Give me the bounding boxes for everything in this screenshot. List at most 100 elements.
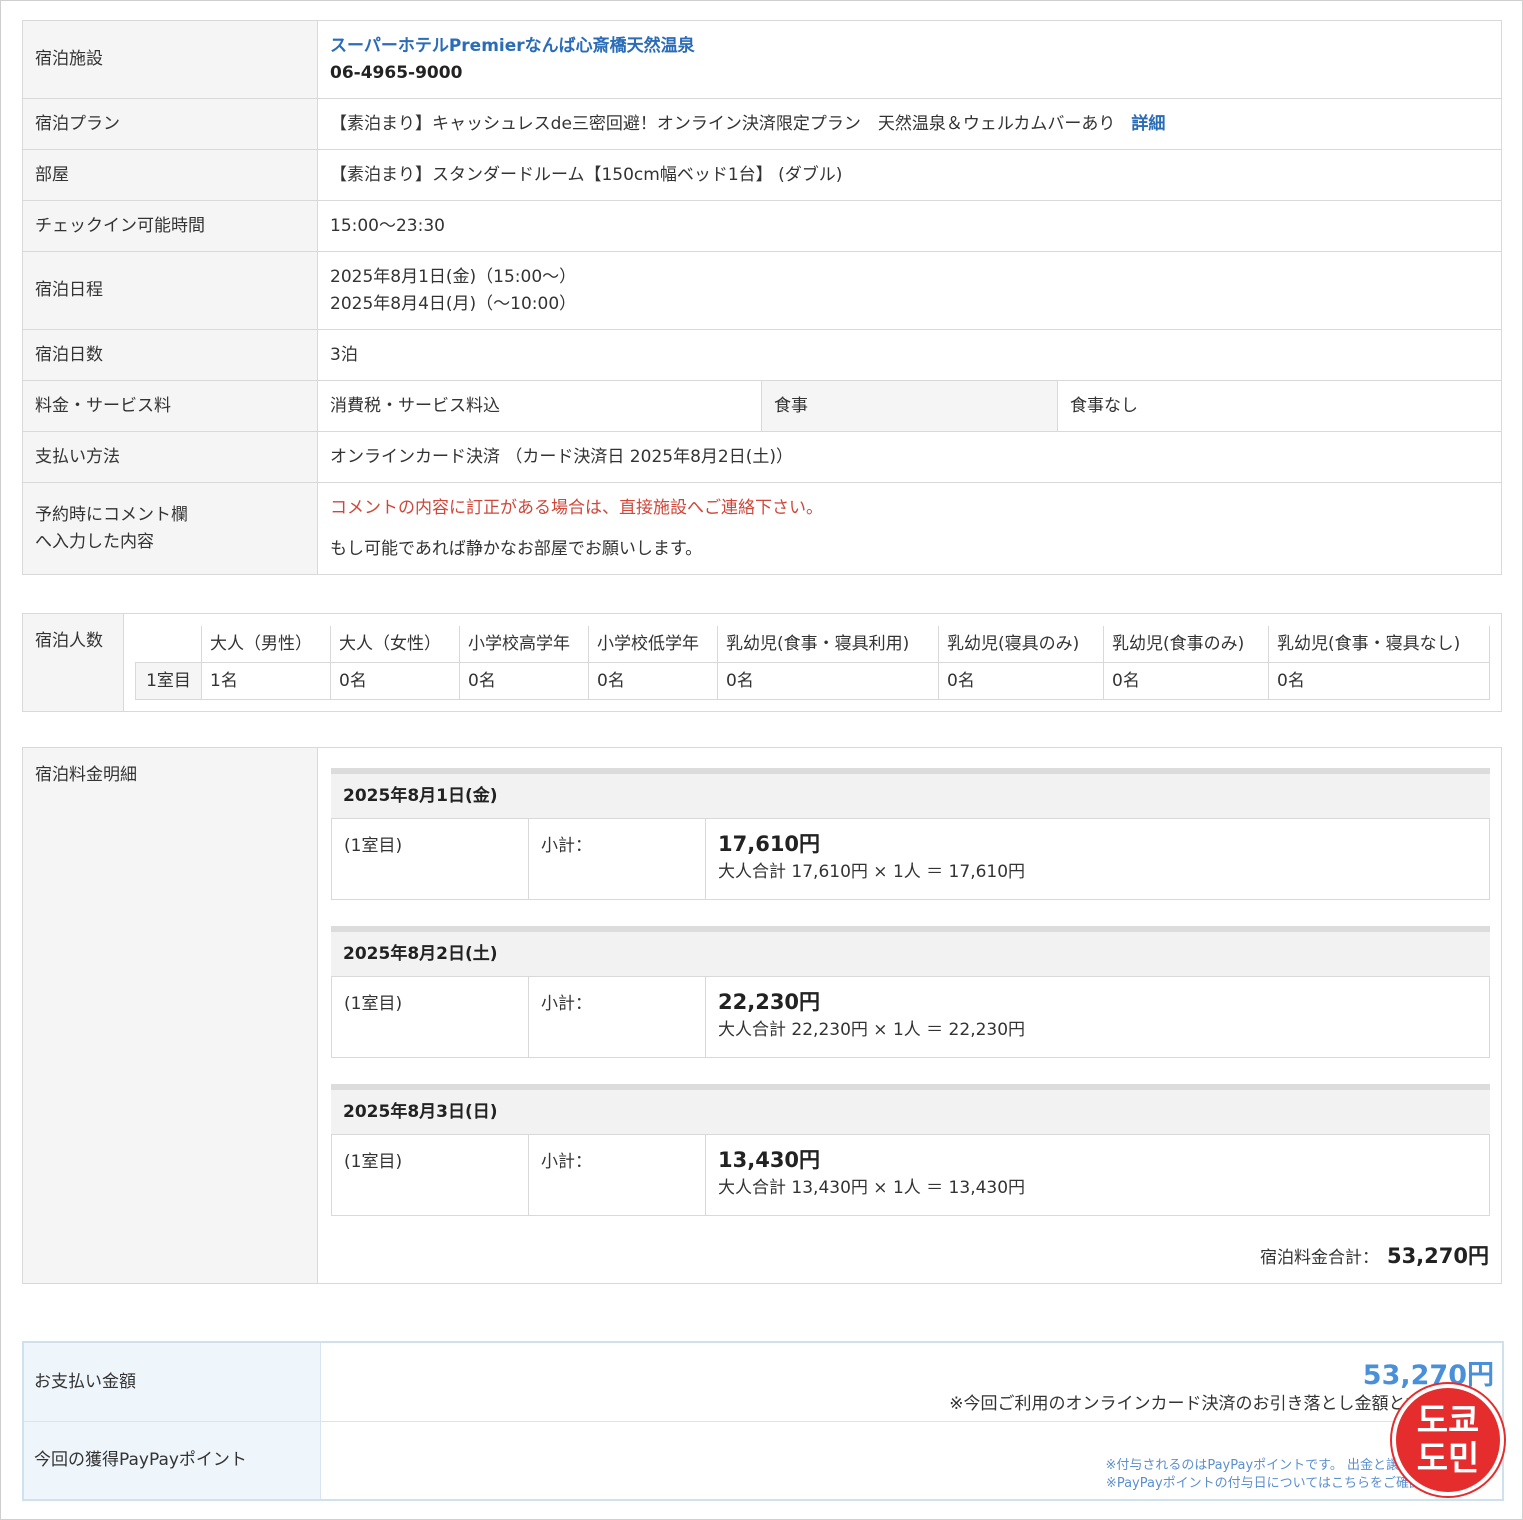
guest-header: 小学校低学年 — [588, 626, 718, 663]
guest-header: 大人（男性） — [201, 626, 331, 663]
plan-row: 宿泊プラン 【素泊まり】キャッシュレスde三密回避！オンライン決済限定プラン 天… — [22, 98, 1502, 150]
guest-count-label: 宿泊人数 — [23, 614, 124, 711]
fee-breakdown-section: 宿泊料金明細 2025年8月1日(金) (1室目) 小計： 17,610円 大人… — [22, 747, 1502, 1284]
reservation-info-table: 宿泊施設 スーパーホテルPremierなんば心斎橋天然温泉 06-4965-90… — [22, 20, 1502, 575]
guest-count-cell: 0名 — [1268, 662, 1490, 700]
payment-amount-row: お支払い金額 53,270円 ※今回ご利用のオンラインカード決済のお引き落とし金… — [24, 1343, 1502, 1422]
fee-day-block: 2025年8月3日(日) (1室目) 小計： 13,430円 大人合計 13,4… — [331, 1084, 1490, 1216]
guest-header: 小学校高学年 — [459, 626, 589, 663]
payment-amount-label: お支払い金額 — [24, 1343, 321, 1421]
payment-row: 支払い方法 オンラインカード決済 （カード決済日 2025年8月2日(土)） — [22, 431, 1502, 483]
fee-day-calc: 大人合計 13,430円 × 1人 ＝ 13,430円 — [718, 1178, 1026, 1198]
comment-row: 予約時にコメント欄 へ入力した内容 コメントの内容に訂正がある場合は、直接施設へ… — [22, 482, 1502, 575]
checkin-label: チェックイン可能時間 — [22, 200, 318, 252]
guest-count-cell: 0名 — [459, 662, 589, 700]
guest-count-cell: 0名 — [717, 662, 939, 700]
schedule-end: 2025年8月4日(月)（～10:00） — [330, 293, 577, 314]
points-label: 今回の獲得PayPayポイント — [24, 1422, 321, 1499]
facility-label: 宿泊施設 — [22, 20, 318, 99]
fee-day-subtotal-label: 小計： — [529, 1135, 706, 1215]
guest-header-blank — [136, 626, 202, 663]
fee-total: 宿泊料金合計： 53,270円 — [1260, 1240, 1489, 1270]
fee-row: 料金・サービス料 消費税・サービス料込 食事 食事なし — [22, 380, 1502, 432]
checkin-row: チェックイン可能時間 15:00～23:30 — [22, 200, 1502, 252]
fee-breakdown-label: 宿泊料金明細 — [23, 748, 318, 1283]
stamp-line1: 도쿄 — [1416, 1401, 1480, 1441]
schedule-start: 2025年8月1日(金)（15:00～） — [330, 266, 577, 287]
fee-day-amount-cell: 17,610円 大人合計 17,610円 × 1人 ＝ 17,610円 — [706, 819, 1489, 899]
fee-day-body: (1室目) 小計： 22,230円 大人合計 22,230円 × 1人 ＝ 22… — [331, 976, 1490, 1058]
guest-header: 大人（女性） — [330, 626, 460, 663]
nights-row: 宿泊日数 3泊 — [22, 329, 1502, 381]
plan-label: 宿泊プラン — [22, 98, 318, 150]
payment-amount-value: 53,270円 — [1362, 1360, 1494, 1391]
meal-label: 食事 — [761, 380, 1058, 432]
guest-count-cell: 0名 — [1103, 662, 1269, 700]
payment-value: オンラインカード決済 （カード決済日 2025年8月2日(土)） — [317, 431, 1502, 483]
comment-cell: コメントの内容に訂正がある場合は、直接施設へご連絡下さい。 もし可能であれば静か… — [317, 482, 1502, 575]
guest-count-cell: 0名 — [588, 662, 718, 700]
fee-day-date: 2025年8月3日(日) — [331, 1084, 1490, 1134]
fee-day-calc: 大人合計 22,230円 × 1人 ＝ 22,230円 — [718, 1020, 1026, 1040]
plan-value: 【素泊まり】キャッシュレスde三密回避！オンライン決済限定プラン 天然温泉＆ウェ… — [330, 113, 1116, 134]
fee-day-amount-cell: 13,430円 大人合計 13,430円 × 1人 ＝ 13,430円 — [706, 1135, 1489, 1215]
nights-value: 3泊 — [317, 329, 1502, 381]
facility-value: スーパーホテルPremierなんば心斎橋天然温泉 06-4965-9000 — [317, 20, 1502, 99]
fee-day-block: 2025年8月1日(金) (1室目) 小計： 17,610円 大人合計 17,6… — [331, 768, 1490, 900]
points-note-1: ※付与されるのはPayPayポイントです。 出金と譲渡 — [1105, 1458, 1412, 1473]
plan-detail-link[interactable]: 詳細 — [1131, 114, 1165, 134]
fee-day-subtotal-label: 小計： — [529, 819, 706, 899]
fee-label: 料金・サービス料 — [22, 380, 318, 432]
guest-header: 乳幼児(食事・寝具利用) — [717, 626, 939, 663]
guest-count-cell: 1名 — [201, 662, 331, 700]
watermark-stamp: 도쿄 도민 — [1392, 1384, 1504, 1496]
fee-day-date: 2025年8月1日(金) — [331, 768, 1490, 818]
fee-day-amount: 22,230円 — [718, 990, 821, 1014]
hotel-tel: 06-4965-9000 — [330, 62, 463, 83]
fee-value: 消費税・サービス料込 — [317, 380, 762, 432]
schedule-value: 2025年8月1日(金)（15:00～） 2025年8月4日(月)（～10:00… — [317, 251, 1502, 330]
schedule-row: 宿泊日程 2025年8月1日(金)（15:00～） 2025年8月4日(月)（～… — [22, 251, 1502, 330]
guest-header-row: 大人（男性） 大人（女性） 小学校高学年 小学校低学年 乳幼児(食事・寝具利用)… — [136, 626, 1490, 663]
points-note-2[interactable]: ※PayPayポイントの付与日についてはこちらをご確認 — [1106, 1472, 1422, 1491]
room-value: 【素泊まり】スタンダードルーム【150cm幅ベッド1台】 (ダブル) — [317, 149, 1502, 201]
payment-summary-section: お支払い金額 53,270円 ※今回ご利用のオンラインカード決済のお引き落とし金… — [22, 1341, 1504, 1501]
stamp-line2: 도민 — [1416, 1439, 1480, 1479]
fee-day-block: 2025年8月2日(土) (1室目) 小計： 22,230円 大人合計 22,2… — [331, 926, 1490, 1058]
fee-day-amount: 17,610円 — [718, 832, 821, 856]
facility-row: 宿泊施設 スーパーホテルPremierなんば心斎橋天然温泉 06-4965-90… — [22, 20, 1502, 99]
guest-count-section: 宿泊人数 大人（男性） 大人（女性） 小学校高学年 小学校低学年 乳幼児(食事・… — [22, 613, 1502, 712]
guest-header: 乳幼児(寝具のみ) — [938, 626, 1104, 663]
fee-day-amount: 13,430円 — [718, 1148, 821, 1172]
fee-day-room: (1室目) — [332, 977, 529, 1057]
payment-amount-note: ※今回ご利用のオンラインカード決済のお引き落とし金額とな — [949, 1394, 1422, 1414]
checkin-value: 15:00～23:30 — [317, 200, 1502, 252]
fee-day-room: (1室目) — [332, 1135, 529, 1215]
fee-day-subtotal-label: 小計： — [529, 977, 706, 1057]
fee-day-date: 2025年8月2日(土) — [331, 926, 1490, 976]
fee-day-amount-cell: 22,230円 大人合計 22,230円 × 1人 ＝ 22,230円 — [706, 977, 1489, 1057]
nights-label: 宿泊日数 — [22, 329, 318, 381]
plan-cell: 【素泊まり】キャッシュレスde三密回避！オンライン決済限定プラン 天然温泉＆ウェ… — [317, 98, 1502, 150]
hotel-name-link[interactable]: スーパーホテルPremierなんば心斎橋天然温泉 — [330, 33, 1489, 60]
room-label: 部屋 — [22, 149, 318, 201]
room-row: 部屋 【素泊まり】スタンダードルーム【150cm幅ベッド1台】 (ダブル) — [22, 149, 1502, 201]
comment-value: もし可能であれば静かなお部屋でお願いします。 — [330, 538, 703, 559]
comment-warning: コメントの内容に訂正がある場合は、直接施設へご連絡下さい。 — [330, 497, 823, 518]
fee-day-room: (1室目) — [332, 819, 529, 899]
fee-total-value: 53,270円 — [1386, 1244, 1489, 1268]
guest-header: 乳幼児(食事のみ) — [1103, 626, 1269, 663]
comment-label-line1: 予約時にコメント欄 — [35, 504, 188, 525]
guest-count-cell: 0名 — [330, 662, 460, 700]
comment-label-line2: へ入力した内容 — [35, 531, 154, 552]
guest-count-cell: 0名 — [938, 662, 1104, 700]
guest-count-table: 大人（男性） 大人（女性） 小学校高学年 小学校低学年 乳幼児(食事・寝具利用)… — [135, 626, 1490, 700]
guest-room-row: 1室目 1名 0名 0名 0名 0名 0名 0名 0名 — [135, 662, 1490, 700]
guest-header: 乳幼児(食事・寝具なし) — [1268, 626, 1490, 663]
points-row: 今回の獲得PayPayポイント ※付与されるのはPayPayポイントです。 出金… — [24, 1422, 1502, 1499]
guest-room-label: 1室目 — [135, 662, 202, 700]
fee-day-body: (1室目) 小計： 17,610円 大人合計 17,610円 × 1人 ＝ 17… — [331, 818, 1490, 900]
meal-value: 食事なし — [1057, 380, 1502, 432]
comment-label: 予約時にコメント欄 へ入力した内容 — [22, 482, 318, 575]
fee-day-body: (1室目) 小計： 13,430円 大人合計 13,430円 × 1人 ＝ 13… — [331, 1134, 1490, 1216]
